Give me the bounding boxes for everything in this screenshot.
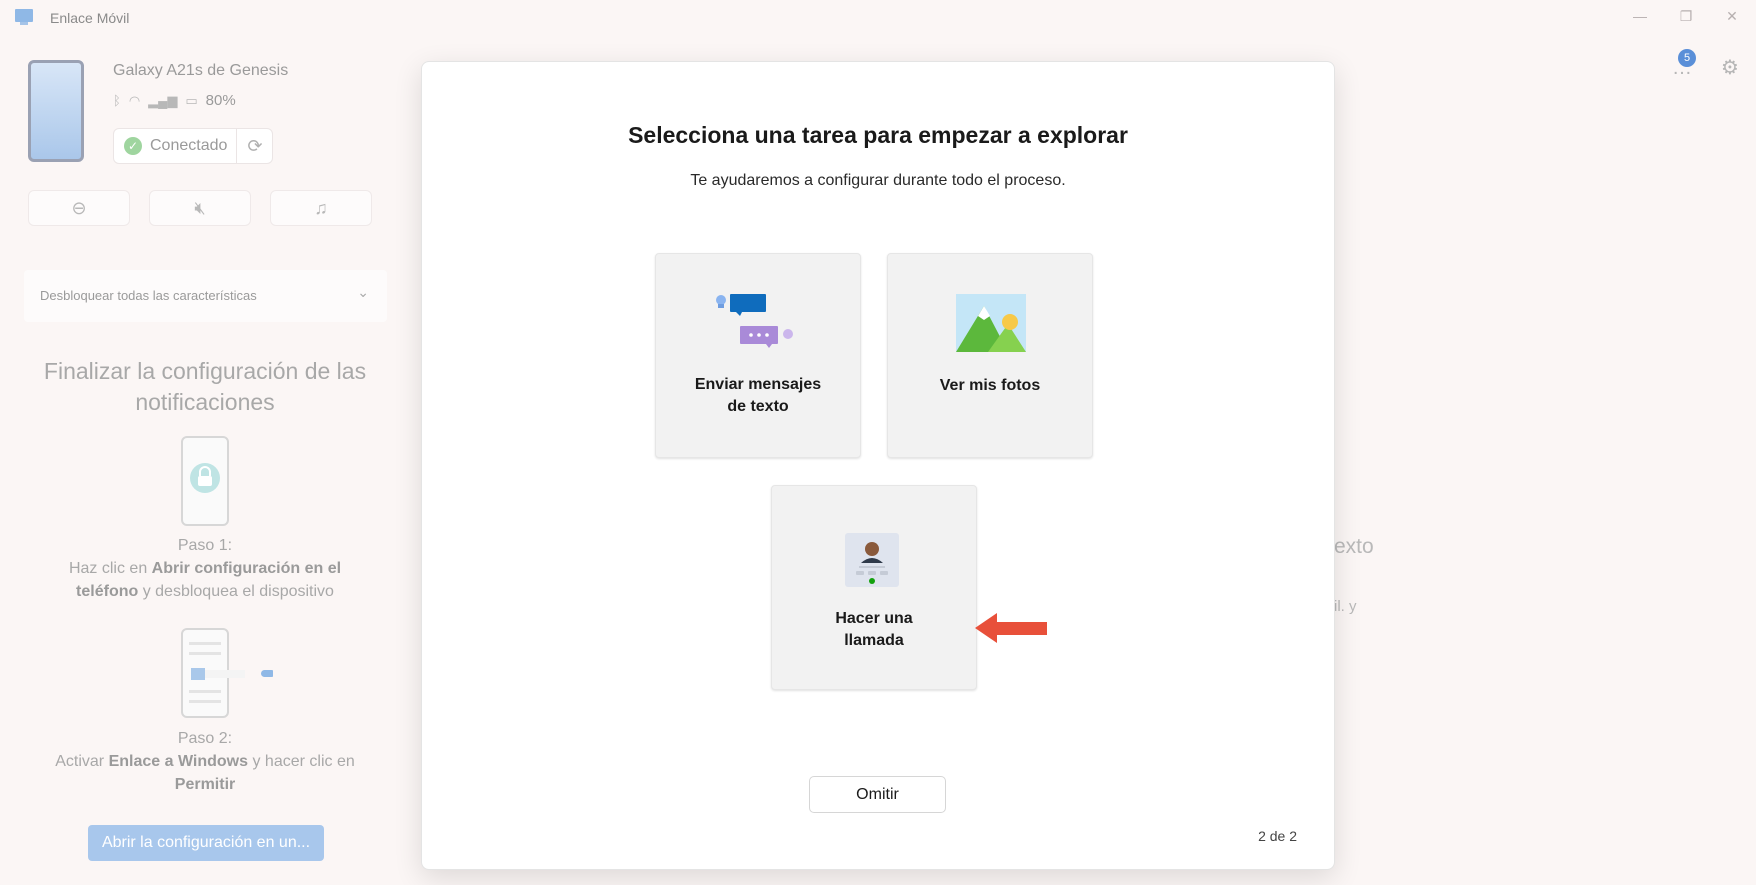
- task-card-messages[interactable]: Enviar mensajes de texto: [655, 253, 861, 458]
- skip-button[interactable]: Omitir: [809, 776, 946, 813]
- notification-badge: 5: [1678, 49, 1696, 67]
- messages-icon: [716, 294, 793, 348]
- step2-heading: Paso 2:: [177, 730, 233, 747]
- title-bar: Enlace Móvil — ❐ ✕: [0, 0, 1756, 36]
- task-card-photos[interactable]: Ver mis fotos: [887, 253, 1093, 458]
- bluetooth-icon: ᛒ: [113, 93, 121, 108]
- music-button[interactable]: ♫: [270, 190, 372, 226]
- task-card-call[interactable]: Hacer una llamada: [771, 485, 977, 690]
- step2-illustration: [181, 628, 275, 718]
- step1-pre: Haz clic en: [68, 560, 152, 577]
- step2-pre: Activar: [55, 753, 109, 770]
- device-pane: Galaxy A21s de Genesis ᛒ ◠ ▂▄▆ ▭ 80% ✓ C…: [0, 36, 420, 885]
- toggle-icon: [189, 642, 275, 703]
- wifi-icon: ◠: [128, 92, 141, 108]
- battery-icon: ▭: [185, 92, 198, 108]
- page-indicator: 2 de 2: [1258, 828, 1297, 844]
- music-icon: ♫: [314, 198, 328, 218]
- refresh-icon: ⟳: [247, 136, 263, 156]
- connection-label: Conectado: [150, 137, 228, 154]
- call-icon: [845, 533, 899, 587]
- task-label-call-line1: Hacer una: [835, 610, 913, 627]
- photos-icon: [956, 294, 1026, 352]
- device-name: Galaxy A21s de Genesis: [113, 62, 289, 79]
- mute-icon: 🔇︎: [194, 198, 206, 218]
- open-settings-button[interactable]: Abrir la configuración en un...: [88, 825, 324, 861]
- task-selection-dialog: Selecciona una tarea para empezar a expl…: [421, 61, 1335, 870]
- step1-heading: Paso 1:: [177, 537, 233, 554]
- refresh-button[interactable]: ⟳: [236, 128, 273, 164]
- device-status: ᛒ ◠ ▂▄▆ ▭ 80%: [113, 92, 236, 109]
- check-icon: ✓: [124, 137, 142, 155]
- app-title: Enlace Móvil: [50, 10, 130, 26]
- chevron-down-icon: ⌄: [357, 284, 369, 300]
- settings-button[interactable]: ⚙: [1710, 48, 1750, 88]
- unlock-features-label: Desbloquear todas las características: [40, 288, 257, 303]
- pointer-arrow-icon: [975, 613, 1047, 643]
- unlock-features-dropdown[interactable]: Desbloquear todas las características ⌄: [24, 270, 387, 322]
- do-not-disturb-icon: ⊖: [71, 198, 87, 218]
- task-label-messages: Enviar mensajes de texto: [656, 374, 860, 418]
- step1-post: y desbloquea el dispositivo: [138, 583, 334, 600]
- task-label-messages-line2: de texto: [727, 398, 789, 415]
- background-text-1: exto: [1334, 535, 1374, 558]
- task-label-call: Hacer una llamada: [772, 608, 976, 652]
- close-button[interactable]: ✕: [1712, 4, 1752, 28]
- step1-text: Paso 1: Haz clic en Abrir configuración …: [40, 534, 370, 603]
- task-label-photos: Ver mis fotos: [888, 375, 1092, 397]
- setup-title: Finalizar la configuración de las notifi…: [43, 358, 367, 415]
- step1-illustration: [181, 436, 229, 526]
- phone-image: [28, 60, 84, 162]
- maximize-button[interactable]: ❐: [1666, 4, 1706, 28]
- task-label-call-line2: llamada: [844, 632, 904, 649]
- background-text-2: il. y: [1334, 598, 1357, 615]
- step2-bold2: Permitir: [174, 776, 236, 793]
- app-icon: [15, 9, 33, 25]
- minimize-button[interactable]: —: [1620, 4, 1660, 28]
- dialog-title: Selecciona una tarea para empezar a expl…: [628, 122, 1128, 148]
- task-label-messages-line1: Enviar mensajes: [694, 376, 822, 393]
- battery-percentage: 80%: [205, 92, 236, 109]
- mute-button[interactable]: 🔇︎: [149, 190, 251, 226]
- dialog-subtitle: Te ayudaremos a configurar durante todo …: [690, 172, 1066, 189]
- task-label-photos-line1: Ver mis fotos: [939, 377, 1041, 394]
- step2-text: Paso 2: Activar Enlace a Windows y hacer…: [40, 727, 370, 796]
- lock-icon: [190, 463, 220, 493]
- gear-icon: ⚙: [1721, 57, 1739, 79]
- step2-mid: y hacer clic en: [248, 753, 355, 770]
- signal-icon: ▂▄▆: [148, 92, 178, 108]
- step2-bold: Enlace a Windows: [108, 753, 249, 770]
- do-not-disturb-button[interactable]: ⊖: [28, 190, 130, 226]
